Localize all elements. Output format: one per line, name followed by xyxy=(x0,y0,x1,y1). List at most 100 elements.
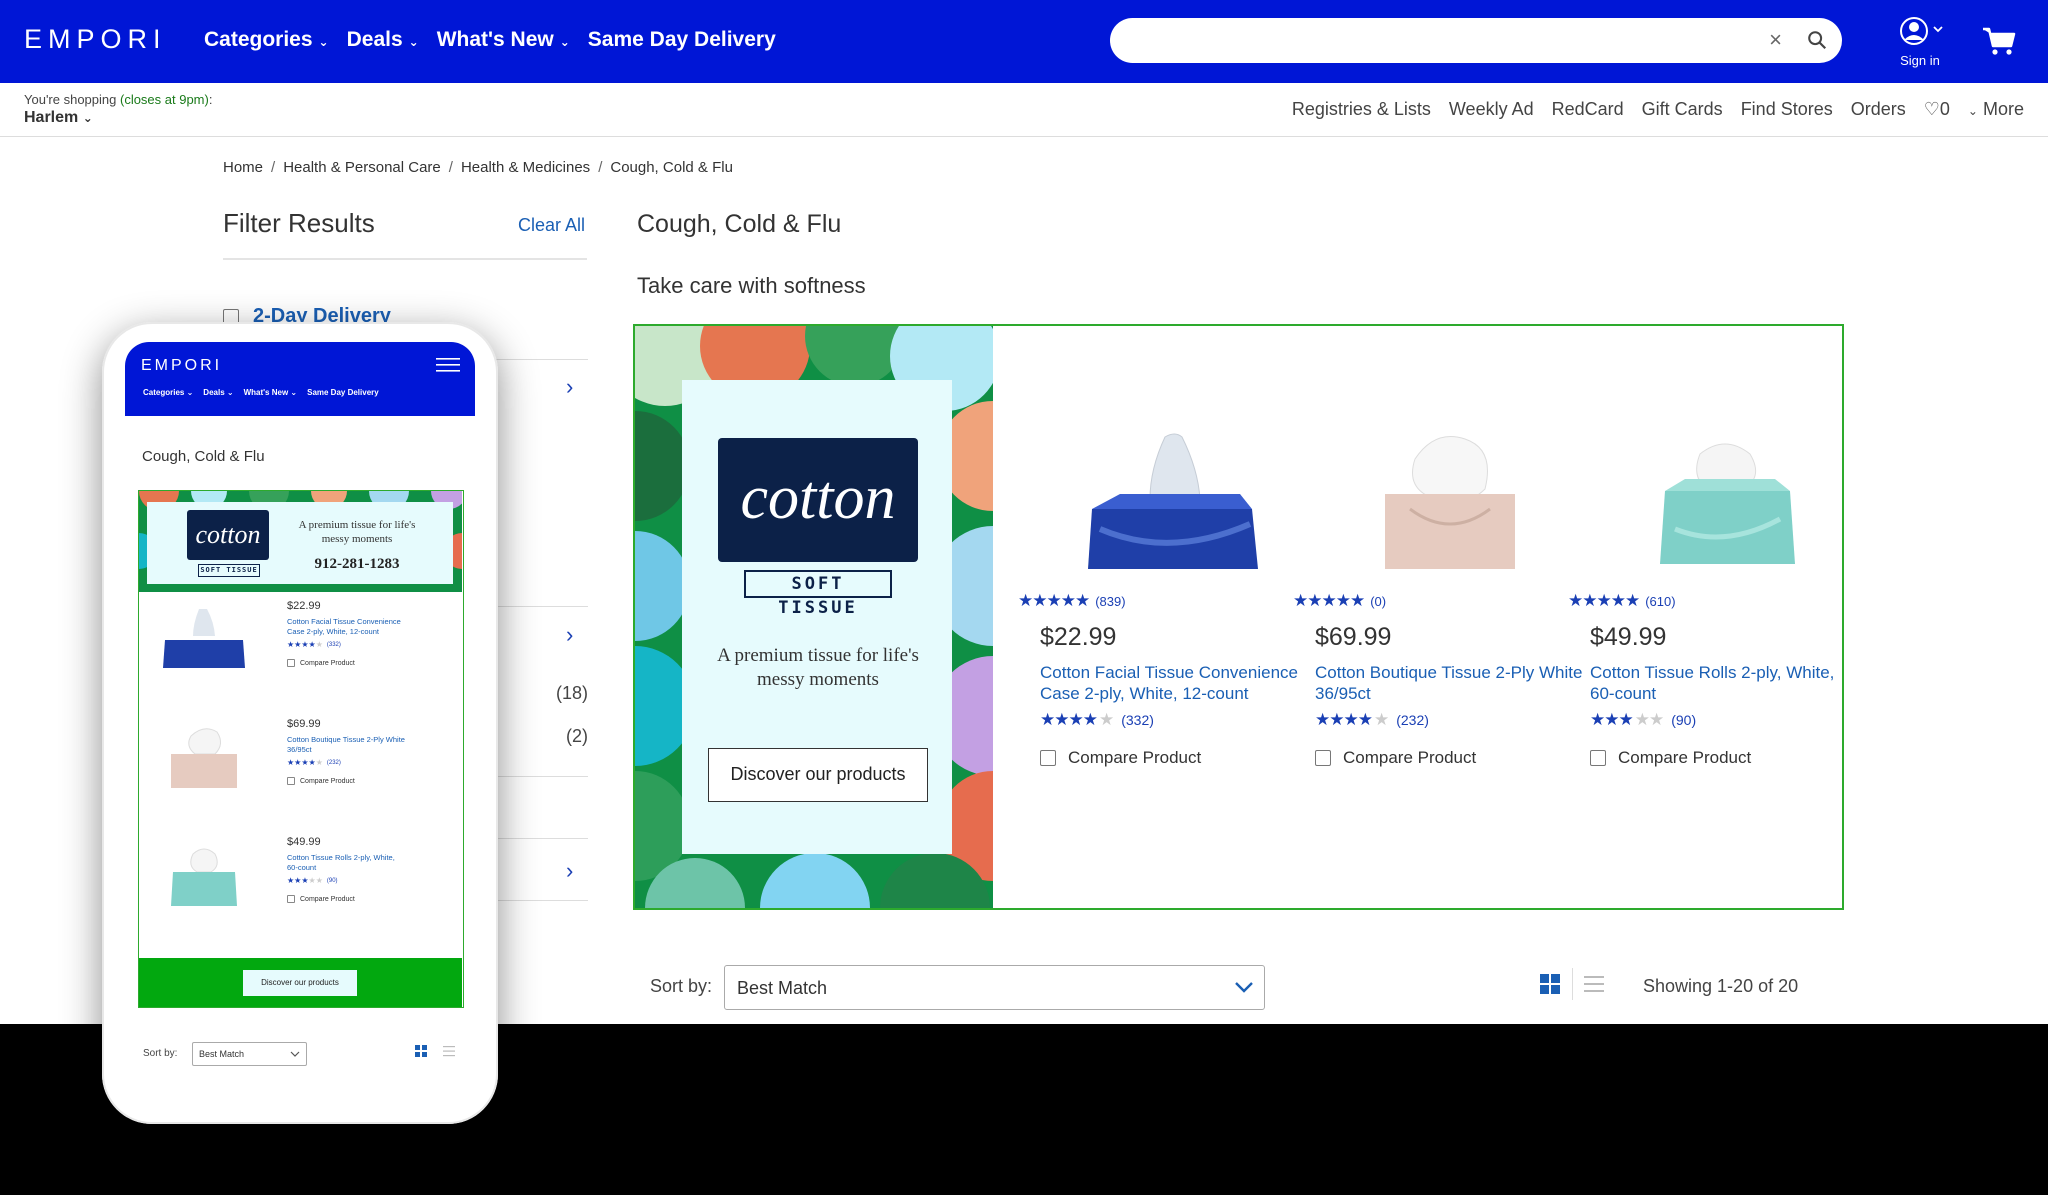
compare-product[interactable]: Compare Product xyxy=(287,659,407,667)
product-title-link[interactable]: Cotton Facial Tissue Convenience Case 2-… xyxy=(1040,662,1310,704)
compare-product[interactable]: Compare Product xyxy=(1315,748,1585,768)
product-title-link[interactable]: Cotton Boutique Tissue 2-Ply White 36/95… xyxy=(1315,662,1585,704)
store-selector[interactable]: Harlem ⌄ xyxy=(24,109,93,127)
checkbox[interactable] xyxy=(1315,750,1331,766)
product-title-link[interactable]: Cotton Tissue Rolls 2-ply, White, 60-cou… xyxy=(1590,662,1860,704)
sort-selected-value: Best Match xyxy=(199,1049,245,1059)
breadcrumb-health-personal-care[interactable]: Health & Personal Care xyxy=(283,159,441,176)
tissue-box-image xyxy=(163,609,245,668)
star-rating-icon: ★★★★★ xyxy=(287,640,323,649)
checkbox[interactable] xyxy=(287,659,295,667)
link-gift-cards[interactable]: Gift Cards xyxy=(1642,99,1723,120)
mobile-nav-whats-new[interactable]: What's New ⌄ xyxy=(244,388,298,397)
product-card[interactable]: ★★★★★ (610) $49.99 Cotton Tissue Rolls 2-… xyxy=(1568,416,1860,768)
mobile-product-card[interactable]: $22.99 Cotton Facial Tissue Convenience … xyxy=(139,592,462,710)
review-count: (332) xyxy=(326,641,341,648)
rating-summary[interactable]: ★★★★★ (839) xyxy=(1018,591,1310,611)
compare-product[interactable]: Compare Product xyxy=(1040,748,1310,768)
sort-dropdown[interactable]: Best Match xyxy=(192,1042,307,1066)
compare-product[interactable]: Compare Product xyxy=(287,895,407,903)
product-rating[interactable]: ★★★★★(232) xyxy=(287,758,407,767)
mobile-logo[interactable]: EMPORI xyxy=(141,357,222,375)
checkbox[interactable] xyxy=(1590,750,1606,766)
grid-view-icon[interactable] xyxy=(1540,974,1560,994)
product-image[interactable] xyxy=(1040,416,1310,591)
page-title: Cough, Cold & Flu xyxy=(637,210,842,238)
mobile-product-info: $22.99 Cotton Facial Tissue Convenience … xyxy=(287,600,407,667)
search-icon[interactable] xyxy=(1806,29,1828,51)
product-title-link[interactable]: Cotton Facial Tissue Convenience Case 2-… xyxy=(287,617,407,637)
product-price: $22.99 xyxy=(1040,623,1117,651)
chevron-right-icon[interactable]: › xyxy=(566,374,573,400)
utility-bar: You're shopping (closes at 9pm): Harlem … xyxy=(0,83,2048,137)
discover-products-button[interactable]: Discover our products xyxy=(243,970,357,996)
mobile-nav-same-day[interactable]: Same Day Delivery xyxy=(307,388,379,397)
compare-product[interactable]: Compare Product xyxy=(1590,748,1860,768)
promo-banner: cotton SOFT TISSUE A premium tissue for … xyxy=(633,324,1844,910)
star-rating-icon: ★★★★★ xyxy=(287,758,323,767)
product-rating[interactable]: ★★★★★(332) xyxy=(287,640,407,649)
product-image[interactable] xyxy=(1590,416,1860,591)
checkbox[interactable] xyxy=(287,777,295,785)
link-orders[interactable]: Orders xyxy=(1851,99,1906,120)
star-rating-icon: ★★★★★ xyxy=(1040,710,1114,729)
more-menu[interactable]: ⌄ More xyxy=(1968,99,2024,120)
sign-in-button[interactable]: Sign in xyxy=(1888,16,1952,68)
chevron-right-icon[interactable]: › xyxy=(566,622,573,648)
mobile-mockup: EMPORI Categories ⌄ Deals ⌄ What's New ⌄… xyxy=(102,322,498,1124)
rating-summary[interactable]: ★★★★★ (0) xyxy=(1293,591,1585,611)
link-weekly-ad[interactable]: Weekly Ad xyxy=(1449,99,1534,120)
site-logo[interactable]: EMPORI xyxy=(24,24,167,55)
breadcrumb-home[interactable]: Home xyxy=(223,159,263,176)
product-price: $69.99 xyxy=(287,718,321,730)
mobile-product-info: $69.99 Cotton Boutique Tissue 2-Ply Whit… xyxy=(287,718,407,785)
chevron-right-icon[interactable]: › xyxy=(566,858,573,884)
link-registries[interactable]: Registries & Lists xyxy=(1292,99,1431,120)
product-rating[interactable]: ★★★★★(232) xyxy=(1315,710,1585,730)
hamburger-menu-icon[interactable] xyxy=(436,358,460,372)
mobile-product-card[interactable]: $69.99 Cotton Boutique Tissue 2-Ply Whit… xyxy=(139,710,462,828)
list-view-icon[interactable] xyxy=(1584,974,1604,994)
nav-deals[interactable]: Deals ⌄ xyxy=(347,28,419,52)
product-rating[interactable]: ★★★★★(90) xyxy=(287,876,407,885)
sort-label: Sort by: xyxy=(650,976,713,996)
checkbox[interactable] xyxy=(1040,750,1056,766)
nav-same-day-delivery[interactable]: Same Day Delivery xyxy=(588,28,776,52)
promo-tagline: A premium tissue for life's messy moment… xyxy=(717,645,919,690)
review-count: (232) xyxy=(1396,712,1429,728)
rating-summary[interactable]: ★★★★★ (610) xyxy=(1568,591,1860,611)
search-input[interactable] xyxy=(1130,18,1770,63)
sort-dropdown[interactable]: Best Match xyxy=(724,965,1265,1010)
favorites-link[interactable]: ♡0 xyxy=(1924,99,1950,120)
checkbox[interactable] xyxy=(287,895,295,903)
search-bar: × xyxy=(1110,18,1842,63)
nav-whats-new[interactable]: What's New ⌄ xyxy=(437,28,570,52)
compare-product[interactable]: Compare Product xyxy=(287,777,407,785)
mobile-nav-deals[interactable]: Deals ⌄ xyxy=(203,388,233,397)
soft-tissue-label: SOFT TISSUE xyxy=(198,564,260,577)
utility-links: Registries & Lists Weekly Ad RedCard Gif… xyxy=(1292,99,2024,120)
link-find-stores[interactable]: Find Stores xyxy=(1741,99,1833,120)
product-price: $22.99 xyxy=(287,600,321,612)
clear-all-link[interactable]: Clear All xyxy=(518,215,585,236)
grid-view-icon[interactable] xyxy=(415,1045,427,1057)
link-redcard[interactable]: RedCard xyxy=(1552,99,1624,120)
list-view-icon[interactable] xyxy=(443,1045,455,1057)
review-count: (0) xyxy=(1370,593,1387,609)
discover-products-button[interactable]: Discover our products xyxy=(708,748,928,802)
product-rating[interactable]: ★★★★★(90) xyxy=(1590,710,1860,730)
mobile-product-card[interactable]: $49.99 Cotton Tissue Rolls 2-ply, White,… xyxy=(139,828,462,946)
mobile-nav-categories[interactable]: Categories ⌄ xyxy=(143,388,193,397)
mobile-promo-tagline: A premium tissue for life's messy moment… xyxy=(298,519,416,545)
product-title-link[interactable]: Cotton Boutique Tissue 2-Ply White 36/95… xyxy=(287,735,407,755)
product-title-link[interactable]: Cotton Tissue Rolls 2-ply, White, 60-cou… xyxy=(287,853,407,873)
product-image[interactable] xyxy=(1315,416,1585,591)
product-card[interactable]: ★★★★★ (839) $22.99 Cotton Facial Tissue C… xyxy=(1018,416,1310,768)
product-rating[interactable]: ★★★★★(332) xyxy=(1040,710,1310,730)
clear-search-icon[interactable]: × xyxy=(1769,27,1782,53)
nav-categories[interactable]: Categories ⌄ xyxy=(204,28,329,52)
breadcrumb-health-medicines[interactable]: Health & Medicines xyxy=(461,159,590,176)
product-card[interactable]: ★★★★★ (0) $69.99 Cotton Boutique Tissue 2… xyxy=(1293,416,1585,768)
cart-icon[interactable] xyxy=(1982,26,2016,56)
mobile-nav: Categories ⌄ Deals ⌄ What's New ⌄ Same D… xyxy=(143,388,379,397)
